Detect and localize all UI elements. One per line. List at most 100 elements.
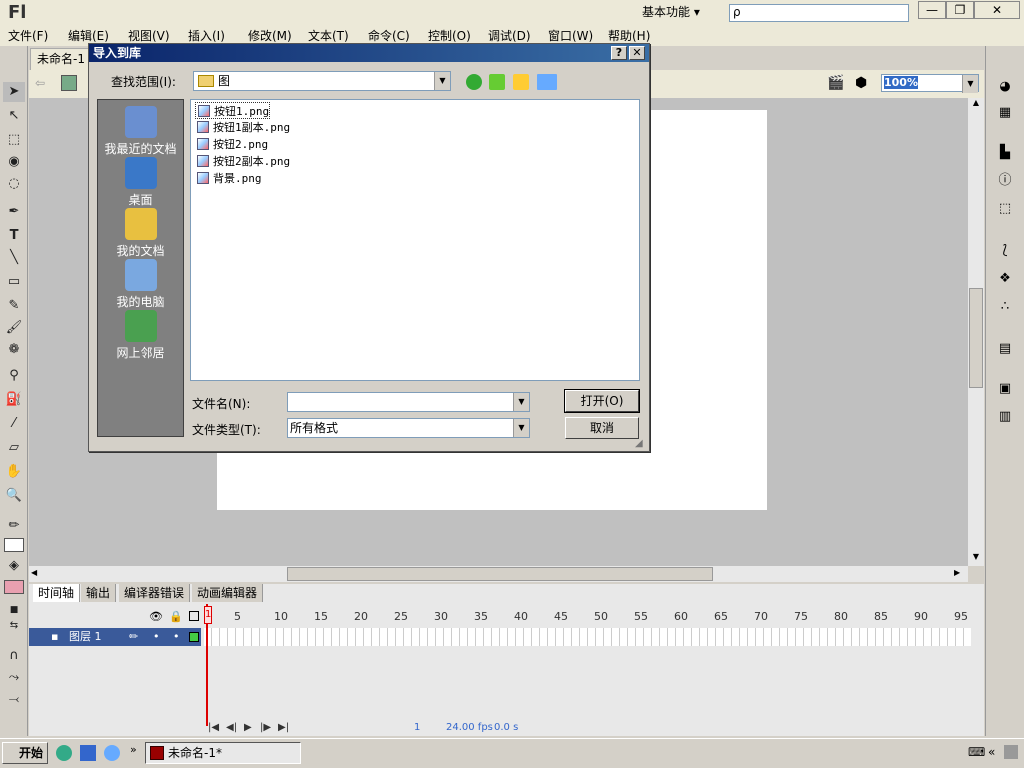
project-panel-icon[interactable]: ▤ [994, 338, 1016, 360]
3d-rotation-icon[interactable]: ◉ [3, 152, 25, 172]
prev-frame-icon[interactable]: ◀| [226, 722, 237, 733]
align-panel-icon[interactable]: ▙ [994, 142, 1016, 164]
outline-icon[interactable] [189, 611, 199, 621]
lock-dot[interactable]: • [173, 628, 180, 646]
library-panel-icon[interactable]: ▥ [994, 406, 1016, 428]
text-tool-icon[interactable]: T [3, 226, 25, 246]
frame-grid[interactable] [204, 628, 971, 646]
place-my-documents[interactable]: 我的文档 [98, 208, 183, 259]
start-button[interactable]: 开始 [2, 742, 48, 764]
tab-motion-editor[interactable]: 动画编辑器 [192, 584, 264, 602]
list-item[interactable]: 按钮2.png [195, 136, 268, 153]
transform-panel-icon[interactable]: ⬚ [994, 198, 1016, 220]
menu-file[interactable]: 文件(F) [4, 26, 52, 46]
tab-compiler-errors[interactable]: 编译器错误 [119, 584, 191, 602]
cancel-button[interactable]: 取消 [565, 417, 639, 439]
place-my-computer[interactable]: 我的电脑 [98, 259, 183, 310]
scroll-down-icon[interactable]: ▼ [969, 552, 983, 566]
play-icon[interactable]: ▶ [244, 722, 252, 733]
search-input[interactable]: ρ [729, 4, 909, 22]
zoom-tool-icon[interactable]: 🔍 [3, 486, 25, 506]
motion-presets-icon[interactable]: ∴ [994, 296, 1016, 318]
filetype-select[interactable]: 所有格式 ▼ [287, 418, 530, 438]
list-item[interactable]: 按钮1副本.png [195, 119, 290, 136]
swatches-panel-icon[interactable]: ▦ [994, 102, 1016, 124]
layer-color-box[interactable] [189, 632, 199, 642]
edit-scene-icon[interactable]: 🎬 [827, 75, 844, 91]
list-item[interactable]: 按钮2副本.png [195, 153, 290, 170]
horizontal-scroll-thumb[interactable] [287, 567, 713, 581]
view-menu-icon[interactable] [537, 74, 557, 90]
free-transform-icon[interactable]: ⬚ [3, 130, 25, 150]
help-button[interactable]: ? [611, 46, 627, 60]
list-item[interactable]: 背景.png [195, 170, 262, 187]
open-button[interactable]: 打开(O) [564, 389, 640, 413]
color-panel-icon[interactable]: ◕ [994, 76, 1016, 98]
scroll-right-icon[interactable]: ▶ [954, 568, 960, 577]
list-item[interactable]: 按钮1.png [195, 102, 271, 119]
actions-panel-icon[interactable]: ⟅ [994, 240, 1016, 262]
paint-bucket-icon[interactable]: ⛽ [3, 390, 25, 410]
back-arrow-icon[interactable]: ⇦ [35, 76, 45, 90]
properties-panel-icon[interactable]: ▣ [994, 378, 1016, 400]
scroll-left-icon[interactable]: ◀ [31, 568, 37, 577]
rectangle-tool-icon[interactable]: ▭ [3, 272, 25, 292]
lock-icon[interactable]: 🔒 [169, 610, 183, 623]
quicklaunch-icon[interactable] [104, 745, 120, 761]
visibility-dot[interactable]: • [153, 628, 160, 646]
zoom-select[interactable]: 100% ▼ [881, 74, 979, 93]
workspace-switcher[interactable]: 基本功能 ▾ [636, 2, 716, 22]
pen-tool-icon[interactable]: ✒ [3, 202, 25, 222]
scroll-up-icon[interactable]: ▲ [969, 98, 983, 112]
line-tool-icon[interactable]: ╲ [3, 248, 25, 268]
chevron-down-icon[interactable]: ▼ [434, 72, 450, 90]
new-folder-icon[interactable] [513, 74, 529, 90]
restore-button[interactable]: ❐ [946, 1, 974, 19]
components-panel-icon[interactable]: ❖ [994, 268, 1016, 290]
resize-grip-icon[interactable]: ◢ [635, 438, 643, 449]
lookin-select[interactable]: 图 ▼ [193, 71, 451, 91]
hand-tool-icon[interactable]: ✋ [3, 462, 25, 482]
info-panel-icon[interactable]: ⓘ [994, 170, 1016, 192]
up-folder-icon[interactable] [489, 74, 505, 90]
fill-color-icon[interactable]: ◈ [3, 556, 25, 576]
place-recent[interactable]: 我最近的文档 [98, 106, 183, 157]
bone-tool-icon[interactable]: ⚲ [3, 366, 25, 386]
tab-timeline[interactable]: 时间轴 [33, 584, 81, 602]
swap-colors-icon[interactable]: ⇆ [3, 616, 25, 636]
close-button[interactable]: ✕ [974, 1, 1020, 19]
lasso-tool-icon[interactable]: ◌ [3, 174, 25, 194]
tray-chevron-icon[interactable]: « [988, 745, 995, 759]
chevron-down-icon[interactable]: ▼ [513, 393, 529, 411]
brush-tool-icon[interactable]: 🖌 [3, 318, 25, 338]
snap-magnet-icon[interactable]: ∩ [3, 646, 25, 666]
current-frame[interactable]: 1 [414, 722, 420, 733]
minimize-button[interactable]: — [918, 1, 946, 19]
deco-tool-icon[interactable]: ❁ [3, 340, 25, 360]
vertical-scrollbar[interactable]: ▲ ▼ [968, 98, 984, 566]
chevron-down-icon[interactable]: ▼ [962, 75, 978, 93]
tray-icon[interactable] [1004, 745, 1018, 759]
stroke-color-swatch[interactable] [4, 538, 24, 552]
edit-symbols-icon[interactable]: ⬢ [855, 75, 867, 91]
taskbar-item-flash[interactable]: 未命名-1* [145, 742, 301, 764]
place-desktop[interactable]: 桌面 [98, 157, 183, 208]
document-tab[interactable]: 未命名-1 [30, 48, 90, 70]
straighten-icon[interactable]: ⤙ [3, 690, 25, 710]
frame-rate[interactable]: 24.00 fps [446, 722, 493, 733]
next-frame-icon[interactable]: |▶ [260, 722, 271, 733]
dialog-close-button[interactable]: ✕ [629, 46, 645, 60]
file-list[interactable]: 按钮1.png 按钮1副本.png 按钮2.png 按钮2副本.png 背景.p… [190, 99, 640, 381]
ie-icon[interactable] [80, 745, 96, 761]
playhead-handle[interactable]: 1 [204, 606, 212, 624]
eye-icon[interactable]: 👁 [149, 610, 163, 623]
first-frame-icon[interactable]: |◀ [208, 722, 219, 733]
eyedropper-icon[interactable]: ⁄ [3, 414, 25, 434]
pencil-tool-icon[interactable]: ✎ [3, 296, 25, 316]
stroke-color-icon[interactable]: ✏ [3, 516, 25, 536]
horizontal-scrollbar[interactable]: ◀ ▶ [29, 566, 968, 582]
eraser-tool-icon[interactable]: ▱ [3, 438, 25, 458]
layer-row[interactable]: ▪ 图层 1 ✏ • • [29, 628, 201, 646]
tab-output[interactable]: 输出 [81, 584, 117, 602]
vertical-scroll-thumb[interactable] [969, 288, 983, 388]
